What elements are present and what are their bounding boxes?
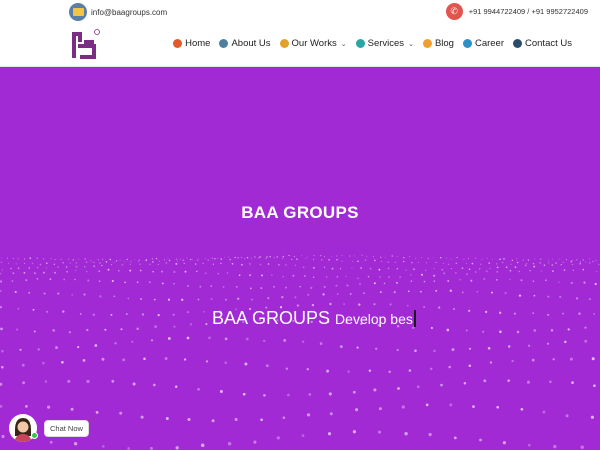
home-icon bbox=[173, 39, 183, 48]
email-address[interactable]: info@baagroups.com bbox=[91, 8, 167, 17]
nav-item-our-works[interactable]: Our Works ⌄ bbox=[279, 38, 347, 49]
nav-item-label: Our Works bbox=[291, 38, 337, 49]
typing-brand: BAA GROUPS bbox=[212, 308, 331, 328]
blog-icon bbox=[422, 39, 432, 48]
about-icon bbox=[219, 39, 229, 48]
online-status-dot bbox=[31, 432, 38, 439]
hero-title: BAA GROUPS bbox=[241, 203, 359, 222]
nav-item-career[interactable]: Career bbox=[462, 38, 504, 49]
contact-icon bbox=[513, 39, 522, 48]
nav-item-label: About Us bbox=[231, 38, 271, 49]
typing-cursor bbox=[413, 310, 416, 327]
career-icon bbox=[462, 39, 472, 48]
chevron-down-icon: ⌄ bbox=[408, 40, 414, 48]
typing-text: Develop bes bbox=[335, 311, 413, 327]
phone-numbers[interactable]: +91 9944722409 / +91 9952722409 bbox=[469, 7, 588, 16]
nav-item-blog[interactable]: Blog bbox=[422, 38, 454, 49]
nav-item-label: Career bbox=[474, 38, 504, 49]
nav-item-home[interactable]: Home bbox=[173, 38, 210, 49]
phone-icon: ✆ bbox=[445, 3, 463, 20]
email-link[interactable]: info@baagroups.com bbox=[69, 3, 167, 21]
chat-now-button[interactable]: Chat Now bbox=[44, 420, 89, 437]
mail-icon bbox=[69, 3, 87, 21]
typing-tagline: BAA GROUPS Develop bes bbox=[212, 307, 416, 329]
nav-item-services[interactable]: Services ⌄ bbox=[355, 38, 414, 49]
top-contact-bar: info@baagroups.com ✆ +91 9944722409 / +9… bbox=[0, 0, 600, 24]
nav-item-about-us[interactable]: About Us bbox=[219, 38, 271, 49]
chevron-down-icon: ⌄ bbox=[340, 40, 347, 48]
hero-section: BAA GROUPS BAA GROUPS Develop bes bbox=[0, 67, 600, 450]
main-nav: Home About Us Our Works ⌄ Services ⌄ Blog Caree… bbox=[173, 38, 572, 49]
nav-item-label: Home bbox=[185, 38, 211, 49]
nav-item-label: Contact Us bbox=[525, 38, 572, 49]
phone-contact[interactable]: ✆ +91 9944722409 / +91 9952722409 bbox=[445, 3, 588, 20]
nav-item-label: Services bbox=[367, 38, 405, 49]
particle-wave-background bbox=[0, 254, 600, 450]
nav-item-label: Blog bbox=[434, 38, 454, 49]
works-icon bbox=[279, 39, 289, 48]
site-header: Home About Us Our Works ⌄ Services ⌄ Blog Caree… bbox=[0, 24, 600, 67]
services-icon bbox=[355, 39, 365, 48]
nav-item-contact-us[interactable]: Contact Us bbox=[513, 38, 572, 49]
baa-logo[interactable] bbox=[69, 28, 101, 62]
